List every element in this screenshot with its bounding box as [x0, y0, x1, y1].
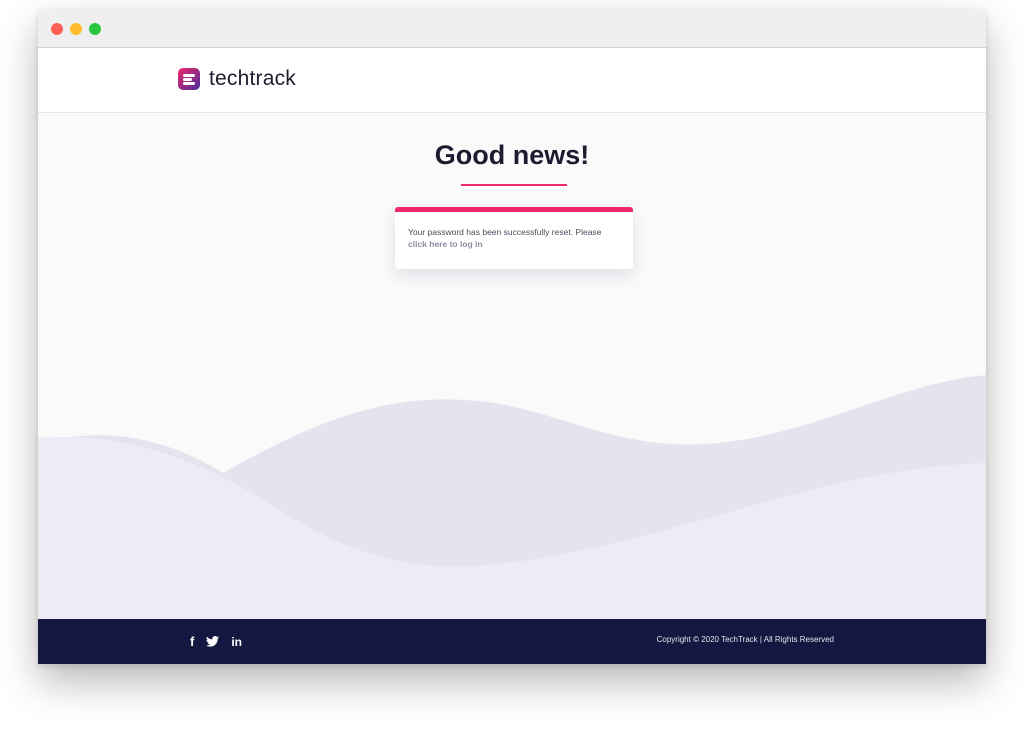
minimize-window-button[interactable] [70, 23, 82, 35]
copyright-text: Copyright © 2020 TechTrack | All Rights … [656, 635, 834, 644]
site-header: techtrack [38, 48, 986, 113]
background-waves [38, 375, 986, 619]
title-underline [461, 184, 567, 186]
message-body: Your password has been successfully rese… [408, 227, 602, 237]
message-text: Your password has been successfully rese… [408, 226, 620, 250]
main-content: Good news! Your password has been succes… [38, 113, 986, 619]
site-footer: f in Copyright © 2020 TechTrack | All Ri… [38, 619, 986, 664]
twitter-icon[interactable] [206, 636, 220, 647]
close-window-button[interactable] [51, 23, 63, 35]
logo-icon [178, 68, 200, 90]
linkedin-icon[interactable]: in [231, 635, 242, 649]
maximize-window-button[interactable] [89, 23, 101, 35]
login-link[interactable]: click here to log in [408, 239, 483, 249]
window-titlebar [38, 9, 986, 48]
facebook-icon[interactable]: f [190, 634, 194, 649]
social-links: f in [190, 634, 254, 649]
logo[interactable]: techtrack [178, 67, 296, 91]
browser-window: techtrack Good news! Your password has b… [38, 9, 986, 664]
logo-text: techtrack [209, 67, 296, 90]
page-title: Good news! [434, 140, 590, 170]
message-card: Your password has been successfully rese… [395, 207, 633, 269]
